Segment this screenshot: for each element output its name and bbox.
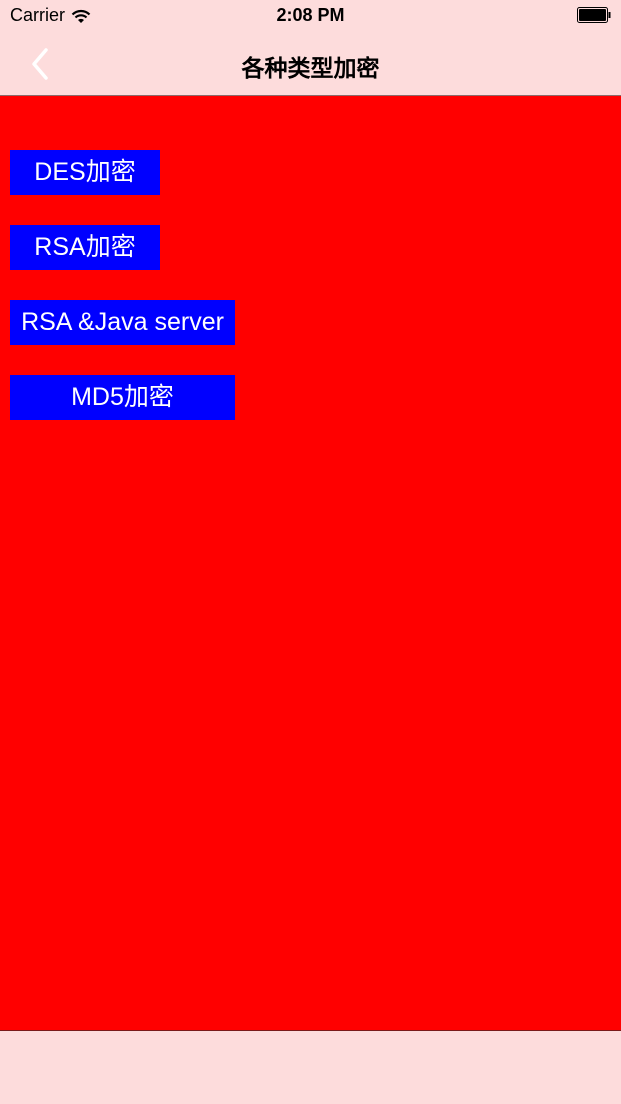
bottom-bar [0, 1031, 621, 1104]
md5-encrypt-button[interactable]: MD5加密 [10, 375, 235, 420]
rsa-encrypt-button[interactable]: RSA加密 [10, 225, 160, 270]
page-title: 各种类型加密 [241, 55, 380, 81]
status-bar: Carrier 2:08 PM [0, 0, 621, 32]
rsa-java-server-button[interactable]: RSA &Java server [10, 300, 235, 345]
des-encrypt-button[interactable]: DES加密 [10, 150, 160, 195]
status-time: 2:08 PM [276, 5, 345, 25]
main-content: DES加密 RSA加密 RSA &Java server MD5加密 [0, 96, 621, 1031]
battery-icon [577, 7, 611, 23]
navigation-bar: 各种类型加密 [0, 32, 621, 96]
